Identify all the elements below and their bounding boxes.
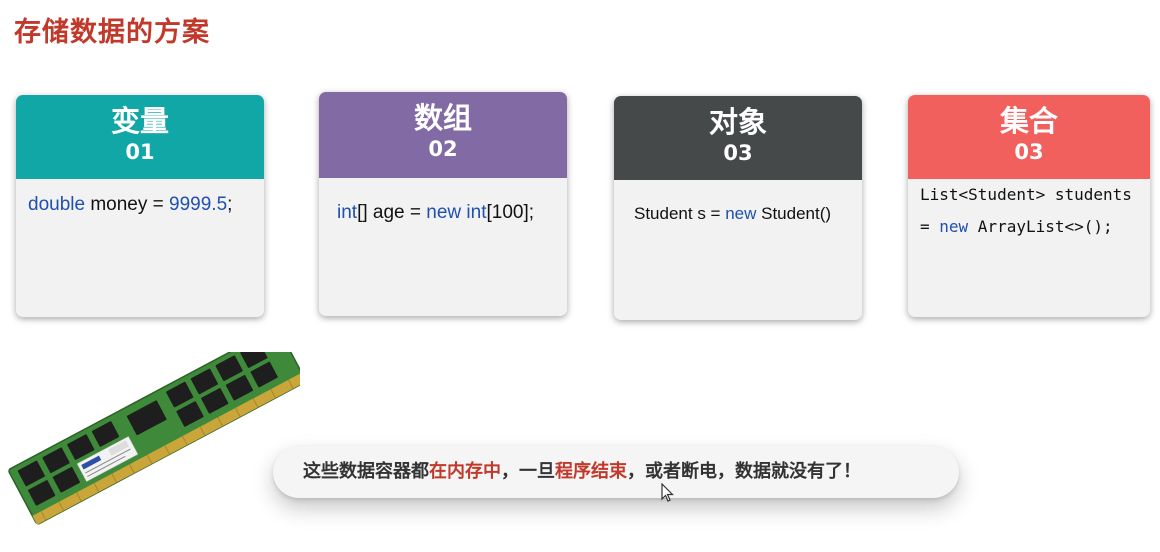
memory-note: 这些数据容器都在内存中，一旦程序结束，或者断电，数据就没有了！	[273, 446, 959, 498]
code-number: 9999.5	[169, 194, 228, 215]
card-title: 数组	[413, 101, 472, 135]
note-highlight: 在内存中	[429, 461, 501, 482]
card-title: 变量	[110, 104, 169, 138]
code-text: ArrayList<>();	[968, 217, 1113, 236]
card-number: 03	[723, 141, 753, 165]
ram-memory-module	[8, 352, 300, 525]
card-header: 数组 02	[319, 92, 567, 178]
note-text: ，一旦	[501, 461, 555, 482]
card-header: 变量 01	[16, 95, 264, 179]
code-text: Student()	[756, 204, 832, 223]
card-variable: 变量 01 double money = 9999.5;	[16, 95, 264, 317]
page-title: 存储数据的方案	[14, 17, 210, 48]
card-number: 03	[1014, 140, 1044, 164]
code-text: Student s =	[634, 204, 726, 223]
card-title: 集合	[999, 104, 1058, 138]
note-text: 这些数据容器都	[303, 461, 429, 482]
note-text: ，或者断电，数据就没有了！	[627, 461, 861, 482]
code-snippet: double money = 9999.5;	[16, 179, 264, 234]
card-number: 02	[428, 137, 458, 161]
code-text: ;	[227, 194, 233, 215]
card-number: 01	[125, 140, 155, 164]
code-keyword: int	[466, 202, 487, 223]
note-highlight: 程序结束	[555, 461, 627, 482]
code-snippet: Student s = new Student()	[614, 180, 862, 243]
code-snippet: List<Student> students = new ArrayList<>…	[908, 179, 1150, 259]
mouse-cursor-icon	[661, 483, 674, 502]
code-text: =	[920, 217, 940, 236]
card-collection: 集合 03 List<Student> students = new Array…	[908, 95, 1150, 317]
code-keyword: int	[337, 202, 358, 223]
card-header: 集合 03	[908, 95, 1150, 179]
card-object: 对象 03 Student s = new Student()	[614, 96, 862, 320]
code-keyword: new	[939, 217, 969, 236]
code-text: [100];	[486, 202, 535, 223]
code-text: money =	[85, 194, 170, 215]
code-line: List<Student> students	[920, 185, 1132, 204]
card-header: 对象 03	[614, 96, 862, 180]
code-snippet: int[] age = new int[100];	[319, 178, 567, 242]
card-title: 对象	[708, 105, 767, 139]
code-line: = new ArrayList<>();	[920, 211, 1138, 243]
code-text: [] age =	[357, 202, 427, 223]
card-array: 数组 02 int[] age = new int[100];	[319, 92, 567, 316]
code-keyword: new	[426, 202, 462, 223]
code-keyword: double	[28, 194, 86, 215]
code-keyword: new	[725, 204, 757, 223]
